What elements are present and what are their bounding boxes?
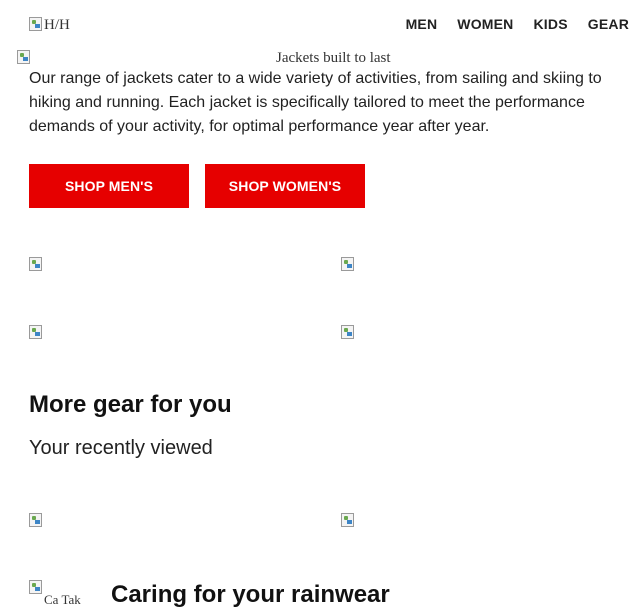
recently-viewed-image[interactable] — [29, 513, 43, 527]
product-tile-image[interactable] — [341, 325, 355, 339]
care-image: Ca Tak — [29, 580, 81, 608]
main-nav: MEN WOMEN KIDS GEAR — [406, 16, 629, 32]
broken-image-icon — [29, 580, 42, 594]
hero-caption: Jackets built to last — [276, 50, 391, 66]
shop-womens-button[interactable]: SHOP WOMEN'S — [205, 164, 365, 208]
broken-image-icon — [29, 257, 42, 271]
nav-men[interactable]: MEN — [406, 16, 438, 32]
product-tile-image[interactable] — [29, 325, 43, 339]
recently-viewed-image[interactable] — [341, 513, 355, 527]
nav-women[interactable]: WOMEN — [457, 16, 513, 32]
broken-image-icon — [341, 325, 354, 339]
nav-kids[interactable]: KIDS — [534, 16, 568, 32]
broken-image-icon — [341, 513, 354, 527]
nav-gear[interactable]: GEAR — [588, 16, 629, 32]
site-header: H/H MEN WOMEN KIDS GEAR — [0, 0, 640, 48]
product-tile-image[interactable] — [29, 257, 43, 271]
recently-viewed-heading: Your recently viewed — [29, 437, 213, 459]
more-gear-heading: More gear for you — [29, 391, 232, 418]
product-tile-image[interactable] — [341, 257, 355, 271]
broken-image-icon — [29, 17, 42, 31]
intro-paragraph: Our range of jackets cater to a wide var… — [29, 70, 602, 135]
broken-image-icon — [29, 513, 42, 527]
logo[interactable]: H/H — [29, 17, 70, 34]
hero-image: Jackets built to last — [17, 50, 640, 68]
hero-broken-image — [17, 50, 30, 64]
broken-image-icon — [17, 50, 30, 64]
logo-alt-text: H/H — [44, 17, 70, 33]
shop-mens-button[interactable]: SHOP MEN'S — [29, 164, 189, 208]
broken-image-icon — [341, 257, 354, 271]
care-heading: Caring for your rainwear — [111, 581, 390, 608]
broken-image-icon — [29, 325, 42, 339]
care-image-alt-text: Ca Tak — [44, 592, 81, 607]
